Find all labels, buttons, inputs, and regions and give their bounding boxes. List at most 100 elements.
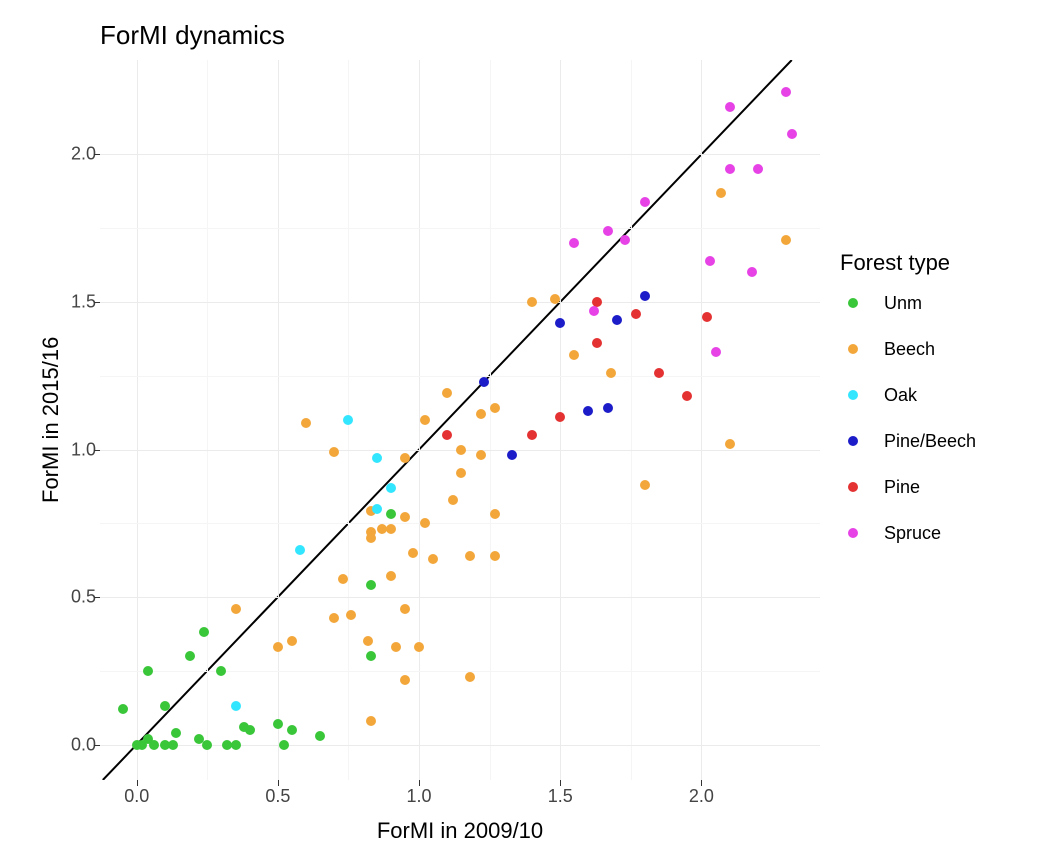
data-point bbox=[400, 675, 410, 685]
data-point bbox=[682, 391, 692, 401]
data-point bbox=[199, 627, 209, 637]
data-point bbox=[231, 740, 241, 750]
y-tick-mark bbox=[94, 450, 100, 451]
data-point bbox=[287, 725, 297, 735]
data-point bbox=[346, 610, 356, 620]
data-point bbox=[273, 719, 283, 729]
data-point bbox=[654, 368, 664, 378]
data-point bbox=[583, 406, 593, 416]
data-point bbox=[725, 164, 735, 174]
y-tick-label: 0.0 bbox=[66, 734, 96, 755]
data-point bbox=[640, 197, 650, 207]
data-point bbox=[747, 267, 757, 277]
legend-swatch-box bbox=[840, 336, 866, 362]
grid-line bbox=[100, 302, 820, 303]
chart-container: ForMI dynamics ForMI in 2009/10 ForMI in… bbox=[20, 10, 1020, 850]
data-point bbox=[705, 256, 715, 266]
data-point bbox=[569, 350, 579, 360]
data-point bbox=[527, 430, 537, 440]
x-tick-label: 2.0 bbox=[689, 786, 714, 807]
data-point bbox=[631, 309, 641, 319]
grid-line bbox=[100, 597, 820, 598]
data-point bbox=[366, 651, 376, 661]
data-point bbox=[118, 704, 128, 714]
legend-item: Unm bbox=[840, 290, 1020, 316]
x-tick-mark bbox=[419, 780, 420, 786]
data-point bbox=[301, 418, 311, 428]
data-point bbox=[725, 102, 735, 112]
data-point bbox=[160, 701, 170, 711]
grid-line-minor bbox=[100, 523, 820, 524]
legend-swatch-box bbox=[840, 290, 866, 316]
data-point bbox=[448, 495, 458, 505]
x-tick-mark bbox=[701, 780, 702, 786]
data-point bbox=[171, 728, 181, 738]
legend-swatch-box bbox=[840, 474, 866, 500]
data-point bbox=[287, 636, 297, 646]
data-point bbox=[366, 716, 376, 726]
grid-line-minor bbox=[207, 60, 208, 780]
data-point bbox=[400, 512, 410, 522]
data-point bbox=[589, 306, 599, 316]
grid-line-minor bbox=[100, 671, 820, 672]
data-point bbox=[702, 312, 712, 322]
legend-item: Pine bbox=[840, 474, 1020, 500]
data-point bbox=[420, 518, 430, 528]
grid-line bbox=[137, 60, 138, 780]
data-point bbox=[476, 409, 486, 419]
data-point bbox=[716, 188, 726, 198]
x-tick-mark bbox=[137, 780, 138, 786]
legend-title: Forest type bbox=[840, 250, 1020, 276]
data-point bbox=[363, 636, 373, 646]
data-point bbox=[245, 725, 255, 735]
data-point bbox=[527, 297, 537, 307]
data-point bbox=[386, 509, 396, 519]
data-point bbox=[612, 315, 622, 325]
legend-swatch bbox=[848, 390, 858, 400]
y-tick-mark bbox=[94, 597, 100, 598]
data-point bbox=[781, 235, 791, 245]
data-point bbox=[465, 672, 475, 682]
data-point bbox=[168, 740, 178, 750]
x-tick-label: 0.0 bbox=[124, 786, 149, 807]
legend-items: UnmBeechOakPine/BeechPineSpruce bbox=[840, 290, 1020, 546]
data-point bbox=[185, 651, 195, 661]
data-point bbox=[603, 403, 613, 413]
data-point bbox=[640, 480, 650, 490]
legend-label: Oak bbox=[884, 385, 917, 406]
legend-item: Beech bbox=[840, 336, 1020, 362]
data-point bbox=[343, 415, 353, 425]
data-point bbox=[442, 388, 452, 398]
x-axis-label: ForMI in 2009/10 bbox=[100, 818, 820, 844]
data-point bbox=[620, 235, 630, 245]
data-point bbox=[273, 642, 283, 652]
data-point bbox=[391, 642, 401, 652]
data-point bbox=[711, 347, 721, 357]
data-point bbox=[725, 439, 735, 449]
data-point bbox=[386, 524, 396, 534]
legend-swatch bbox=[848, 482, 858, 492]
y-tick-mark bbox=[94, 154, 100, 155]
legend-swatch-box bbox=[840, 382, 866, 408]
data-point bbox=[400, 453, 410, 463]
legend-swatch-box bbox=[840, 428, 866, 454]
legend-item: Pine/Beech bbox=[840, 428, 1020, 454]
grid-line-minor bbox=[100, 228, 820, 229]
data-point bbox=[465, 551, 475, 561]
legend-swatch bbox=[848, 436, 858, 446]
legend-swatch bbox=[848, 344, 858, 354]
data-point bbox=[781, 87, 791, 97]
legend: Forest type UnmBeechOakPine/BeechPineSpr… bbox=[840, 250, 1020, 566]
data-point bbox=[456, 468, 466, 478]
y-tick-label: 1.0 bbox=[66, 439, 96, 460]
data-point bbox=[476, 450, 486, 460]
data-point bbox=[569, 238, 579, 248]
legend-label: Unm bbox=[884, 293, 922, 314]
data-point bbox=[787, 129, 797, 139]
data-point bbox=[143, 666, 153, 676]
legend-swatch bbox=[848, 298, 858, 308]
x-tick-mark bbox=[278, 780, 279, 786]
data-point bbox=[490, 509, 500, 519]
data-point bbox=[490, 403, 500, 413]
grid-line bbox=[701, 60, 702, 780]
